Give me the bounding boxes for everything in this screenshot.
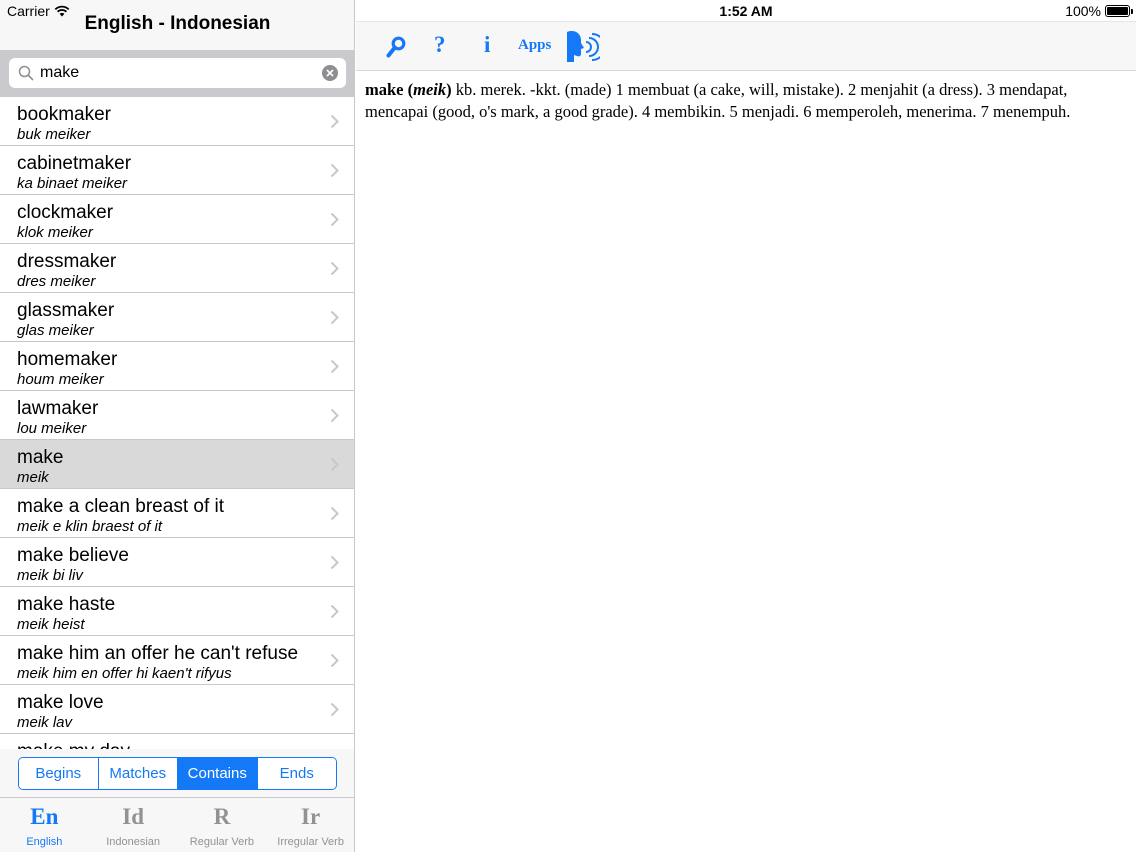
magnifier-icon [18,65,34,81]
definition-text: make (meik) kb. merek. -kkt. (made) 1 me… [365,79,1129,123]
list-item-pronunciation: meik [17,469,49,486]
clear-icon[interactable] [322,65,338,81]
detail-pane: 1:52 AM 100% ? i Apps make (meik) kb. me… [356,0,1136,852]
list-item-pronunciation: meik bi liv [17,567,83,584]
chevron-right-icon [330,702,339,717]
list-item-pronunciation: ka binaet meiker [17,175,128,192]
info-icon[interactable]: i [484,32,490,58]
filter-bar: Begins Matches Contains Ends [0,749,354,797]
list-item-word: bookmaker [17,104,111,125]
battery-icon [1105,5,1133,17]
tab-label: Irregular Verb [277,836,344,848]
results-list: bookmaker buk meiker cabinetmaker ka binaet… [0,97,354,749]
definition-body: kb. merek. -kkt. (made) 1 membuat (a cak… [365,80,1071,121]
list-item-pronunciation: glas meiker [17,322,94,339]
list-item[interactable]: clockmaker klok meiker [0,195,354,244]
segment-begins[interactable]: Begins [19,758,99,789]
chevron-right-icon [330,310,339,325]
status-bar-right: 100% [1065,3,1133,19]
list-item[interactable]: cabinetmaker ka binaet meiker [0,146,354,195]
list-item[interactable]: dressmaker dres meiker [0,244,354,293]
apps-button[interactable]: Apps [518,37,551,54]
list-item-word: make love [17,692,104,713]
master-pane: Carrier English - Indonesian bookmakerbu… [0,0,355,852]
tab-id-icon: Id [122,804,144,829]
list-item-word: homemaker [17,349,118,370]
list-item-word: make him an offer he can't refuse [17,643,299,664]
list-item-pronunciation: meik him en offer hi kaen't rifyus [17,665,232,682]
list-item-word: glassmaker [17,300,115,321]
headword: make (meik) [365,80,452,99]
chevron-right-icon [330,604,339,619]
list-item[interactable]: homemaker houm meiker [0,342,354,391]
list-item[interactable]: make him an offer he can't refuse meik hi… [0,636,354,685]
list-item[interactable]: make believe meik bi liv [0,538,354,587]
list-item-pronunciation: houm meiker [17,371,104,388]
segment-ends[interactable]: Ends [257,758,336,789]
list-item-word: make a clean breast of it [17,496,224,517]
chevron-right-icon [330,261,339,276]
list-item-word: lawmaker [17,398,99,419]
list-item-word: make haste [17,594,116,615]
search-icon[interactable] [386,36,406,58]
tab-label: Indonesian [106,836,161,848]
list-item-pronunciation: dres meiker [17,273,96,290]
help-icon[interactable]: ? [434,32,446,58]
search-bar [0,50,354,97]
tab-en-icon: En [30,804,59,829]
list-item-pronunciation: meik heist [17,616,85,633]
segment-contains[interactable]: Contains [178,758,258,789]
list-item-pronunciation: lou meiker [17,420,87,437]
list-item[interactable]: make my day [0,734,354,749]
list-item-word: dressmaker [17,251,117,272]
list-item[interactable]: make haste meik heist [0,587,354,636]
chevron-right-icon [330,457,339,472]
list-item[interactable]: bookmaker buk meiker [0,97,354,146]
list-item[interactable]: make meik [0,440,354,489]
tab-irregular-verb[interactable]: Ir Irregular Verb [266,798,354,852]
chevron-right-icon [330,408,339,423]
chevron-right-icon [330,653,339,668]
tab-label: English [26,836,63,848]
nav-title: English - Indonesian [84,13,271,34]
list-item[interactable]: make love meik lav [0,685,354,734]
tab-label: Regular Verb [189,836,254,848]
tab-english[interactable]: En English [0,798,89,852]
search-field[interactable] [9,58,346,88]
list-item-pronunciation: buk meiker [17,126,91,143]
list-item-pronunciation: klok meiker [17,224,93,241]
chevron-right-icon [330,212,339,227]
chevron-right-icon [330,359,339,374]
list-item-word: clockmaker [17,202,114,223]
list-item-word: cabinetmaker [17,153,132,174]
tab-ir-icon: Ir [301,804,321,829]
segment-matches[interactable]: Matches [98,758,178,789]
list-item-pronunciation: meik lav [17,714,73,731]
status-time: 1:52 AM [719,3,773,19]
list-item-word: make my day [17,741,130,749]
tab-bar: En English Id Indonesian R Regular Verb Ir Irre… [0,797,354,852]
tab-indonesian[interactable]: Id Indonesian [89,798,178,852]
list-item-word: make believe [17,545,129,566]
list-item[interactable]: make a clean breast of it meik e klin bra… [0,489,354,538]
list-item-pronunciation: meik e klin braest of it [17,518,163,535]
detail-toolbar: ? i Apps [356,21,1136,71]
search-input[interactable] [40,64,310,82]
chevron-right-icon [330,555,339,570]
list-item[interactable]: glassmaker glas meiker [0,293,354,342]
battery-percent: 100% [1065,3,1101,19]
chevron-right-icon [330,114,339,129]
chevron-right-icon [330,506,339,521]
tab-regular-verb[interactable]: R Regular Verb [178,798,267,852]
tab-r-icon: R [213,804,231,829]
filter-segmented-control: Begins Matches Contains Ends [18,757,337,790]
list-item-word: make [17,447,64,468]
headword-pronunciation: meik [413,80,447,99]
speak-icon[interactable] [564,30,600,64]
chevron-right-icon [330,163,339,178]
list-item[interactable]: lawmaker lou meiker [0,391,354,440]
